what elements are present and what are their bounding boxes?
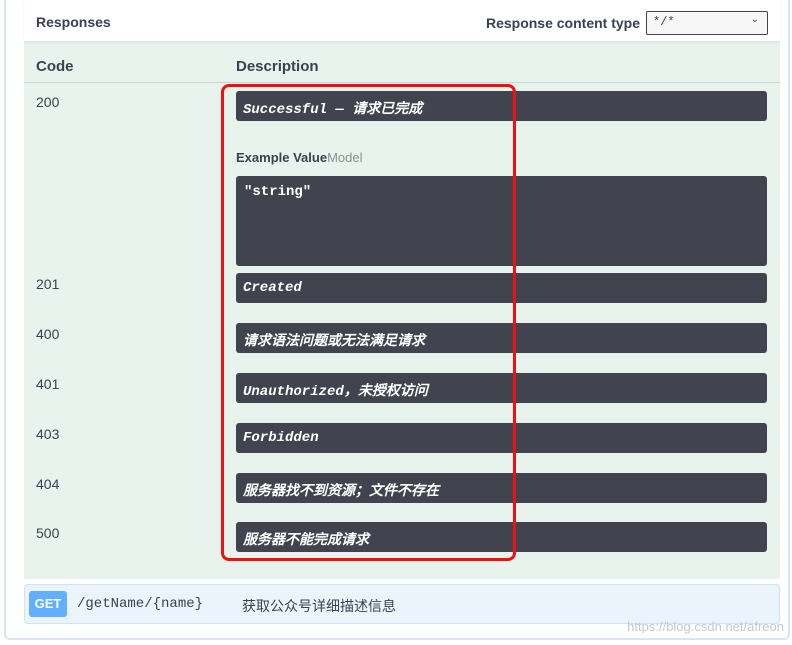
response-code-500: 500 (36, 525, 60, 541)
response-content-type-select[interactable]: */* ⌄ (646, 11, 768, 35)
column-header-description: Description (236, 58, 319, 75)
watermark: https://blog.csdn.net/afreon (627, 619, 784, 634)
response-code-404: 404 (36, 476, 60, 492)
operation-summary: 获取公众号详细描述信息 (242, 598, 396, 614)
response-code-401: 401 (36, 376, 60, 392)
operation-get-getname[interactable]: GET /getName/{name} 获取公众号详细描述信息 (24, 584, 780, 624)
highlight-annotation-box (221, 84, 516, 561)
method-badge-get: GET (29, 591, 67, 617)
responses-title: Responses (36, 14, 111, 30)
response-code-403: 403 (36, 426, 60, 442)
column-header-code: Code (36, 58, 74, 75)
responses-header: Responses Response content type */* ⌄ (24, 0, 780, 42)
chevron-down-icon: ⌄ (750, 14, 759, 25)
operation-path: /getName/{name} (77, 596, 204, 612)
header-divider (24, 82, 780, 83)
response-code-201: 201 (36, 276, 60, 292)
response-content-type-label: Response content type (485, 15, 640, 31)
response-code-400: 400 (36, 326, 60, 342)
response-content-type-value: */* (653, 15, 675, 29)
response-code-200: 200 (36, 94, 60, 110)
